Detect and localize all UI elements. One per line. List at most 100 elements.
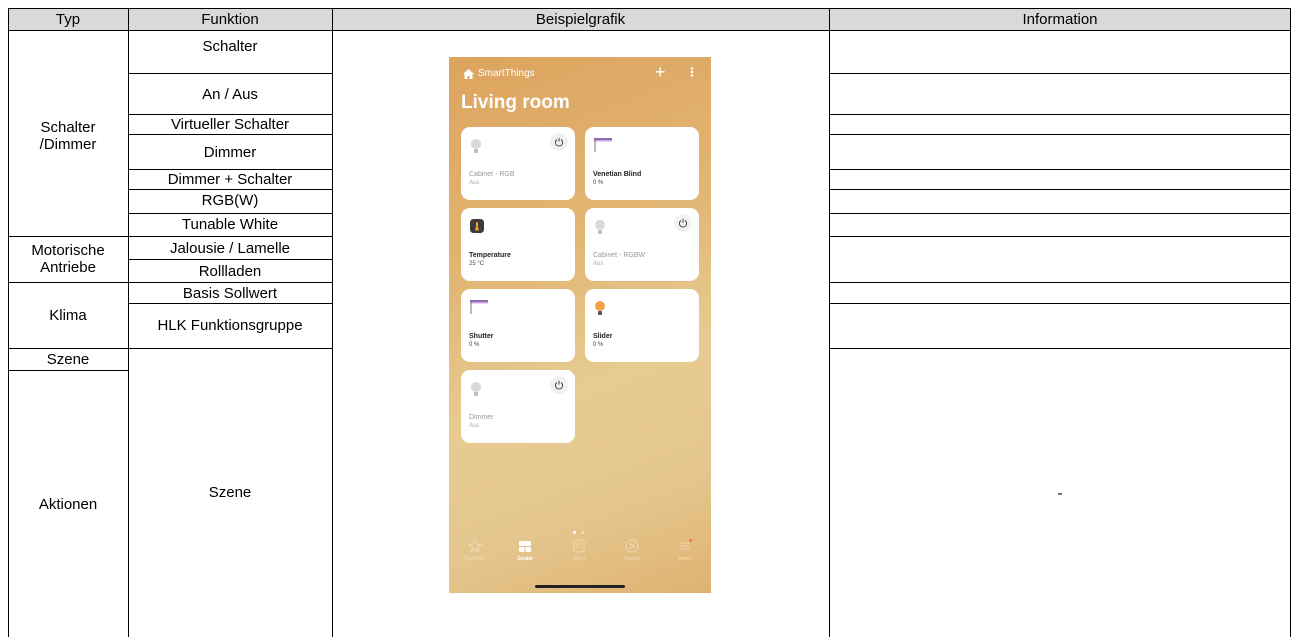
routine-icon	[573, 539, 585, 553]
nav-label: Favoriten	[464, 556, 486, 562]
header-information: Information	[1022, 10, 1098, 28]
grid-line	[829, 134, 1291, 135]
device-status: 25 °C	[469, 261, 485, 267]
header-beispielgrafik: Beispielgrafik	[535, 10, 626, 28]
grid-line	[829, 114, 1291, 115]
device-status: Aus	[593, 261, 604, 267]
type-motorische-antriebe: Motorische Antriebe	[8, 237, 128, 281]
function-dimmer-schalter: Dimmer + Schalter	[167, 170, 293, 188]
device-name: Cabinet - RGBW	[593, 252, 646, 259]
example-smartthings-screenshot: SmartThings + ⋮ Living room Cabinet - RG…	[449, 57, 711, 593]
grid-line	[8, 282, 332, 283]
bulb-on-icon	[594, 300, 606, 321]
grid-line	[829, 303, 1291, 304]
grid-line	[128, 303, 332, 304]
power-button[interactable]	[550, 376, 568, 394]
grid-line	[128, 213, 332, 214]
page-dot	[581, 531, 584, 534]
grid-line	[829, 348, 1291, 349]
grid-line	[332, 8, 333, 637]
device-card-shutter[interactable]: Shutter 0 %	[461, 289, 575, 362]
header-typ: Typ	[55, 10, 81, 28]
device-name: Dimmer	[469, 414, 494, 421]
blind-icon	[470, 300, 488, 319]
grid-line	[128, 114, 332, 115]
device-status: Aus	[469, 180, 480, 186]
grid-line	[829, 236, 1291, 237]
grid-line	[8, 8, 1291, 9]
bulb-icon	[594, 219, 606, 240]
blind-icon	[594, 138, 612, 157]
type-schalter-dimmer-text: Schalter /Dimmer	[39, 119, 97, 153]
power-button[interactable]	[550, 133, 568, 151]
device-card-cabinet-rgbw[interactable]: Cabinet - RGBW Aus	[585, 208, 699, 281]
devices-icon	[519, 541, 531, 552]
function-rollladen: Rollladen	[198, 262, 262, 280]
type-aktionen: Aktionen	[38, 495, 98, 513]
home-icon	[463, 68, 474, 79]
thermometer-icon	[470, 219, 484, 238]
nav-geraete[interactable]: Geräte	[505, 539, 545, 562]
more-options-button[interactable]: ⋮	[686, 65, 698, 79]
star-icon	[468, 539, 482, 553]
type-klima: Klima	[49, 307, 87, 324]
function-an-aus: An / Aus	[202, 85, 258, 103]
device-card-slider[interactable]: Slider 0 %	[585, 289, 699, 362]
device-status: 0 %	[469, 342, 480, 348]
device-card-cabinet-rgb[interactable]: Cabinet - RGB Aus	[461, 127, 575, 200]
bottom-nav: Favoriten Geräte Alltag Regeln Menü	[449, 539, 711, 579]
power-icon	[554, 380, 564, 390]
function-jalousie: Jalousie / Lamelle	[169, 239, 291, 257]
grid-line	[128, 134, 332, 135]
page-dot	[573, 531, 576, 534]
function-rgbw: RGB(W)	[201, 192, 259, 209]
grid-line	[128, 259, 332, 260]
nav-regeln[interactable]: Regeln	[612, 539, 652, 562]
grid-line	[8, 236, 332, 237]
nav-label: Regeln	[624, 556, 640, 562]
nav-label: Alltag	[572, 556, 586, 562]
nav-favoriten[interactable]: Favoriten	[455, 539, 495, 562]
grid-line	[128, 73, 332, 74]
smartthings-brand: SmartThings	[463, 68, 535, 79]
type-motorische-antriebe-text: Motorische Antriebe	[31, 242, 105, 276]
menu-icon	[680, 539, 692, 550]
device-name: Slider	[593, 333, 613, 340]
power-icon	[678, 218, 688, 228]
device-name: Cabinet - RGB	[469, 171, 515, 178]
power-button[interactable]	[674, 214, 692, 232]
type-szene: Szene	[46, 350, 90, 368]
type-schalter-dimmer: Schalter /Dimmer	[8, 116, 128, 156]
grid-line	[8, 8, 9, 637]
function-szene: Szene	[208, 483, 252, 501]
power-icon	[554, 137, 564, 147]
home-indicator	[535, 585, 625, 588]
play-icon	[625, 539, 639, 553]
device-card-venetian-blind[interactable]: Venetian Blind 0 %	[585, 127, 699, 200]
grid-line	[829, 73, 1291, 74]
grid-line	[128, 169, 332, 170]
grid-line	[8, 30, 1291, 31]
device-card-temperature[interactable]: Temperature 25 °C	[461, 208, 575, 281]
function-tunable-white: Tunable White	[181, 216, 279, 233]
device-card-dimmer[interactable]: Dimmer Aus	[461, 370, 575, 443]
bulb-icon	[470, 381, 482, 402]
nav-menue[interactable]: Menü	[665, 539, 705, 562]
room-title: Living room	[461, 92, 570, 113]
nav-alltag[interactable]: Alltag	[559, 539, 599, 562]
grid-line	[128, 189, 332, 190]
smartthings-label: SmartThings	[478, 68, 535, 79]
function-virtueller-schalter: Virtueller Schalter	[170, 116, 290, 133]
add-button[interactable]: +	[655, 62, 666, 83]
grid-line	[8, 348, 332, 349]
bulb-icon	[470, 138, 482, 159]
device-status: 0 %	[593, 180, 604, 186]
device-name: Shutter	[469, 333, 494, 340]
grid-line	[8, 370, 128, 371]
grid-line	[829, 8, 830, 637]
grid-line	[829, 169, 1291, 170]
function-dimmer: Dimmer	[203, 143, 257, 161]
grid-line	[829, 213, 1291, 214]
grid-line	[128, 8, 129, 637]
grid-line	[1290, 8, 1291, 637]
